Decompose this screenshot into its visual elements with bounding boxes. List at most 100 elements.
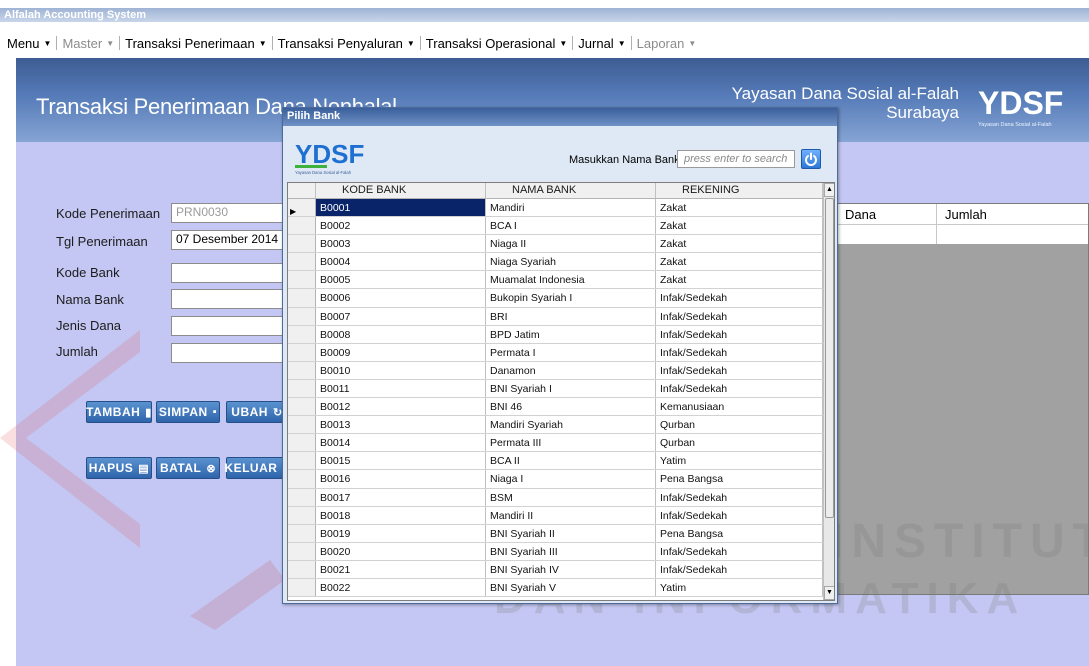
nama-bank-cell[interactable]: BCA II <box>486 452 656 470</box>
keluar-button[interactable]: KELUAR⌂ <box>224 457 289 479</box>
row-header[interactable]: ▶ <box>288 199 316 217</box>
bank-row[interactable]: B0007 BRI Infak/Sedekah <box>288 307 823 326</box>
kode-bank-cell[interactable]: B0021 <box>316 560 486 578</box>
rekening-cell[interactable]: Yatim <box>656 578 823 597</box>
bank-row[interactable]: B0022 BNI Syariah V Yatim <box>288 578 823 598</box>
bank-row[interactable]: B0019 BNI Syariah II Pena Bangsa <box>288 524 823 543</box>
menu-item-menu[interactable]: Menu ▼ <box>4 36 54 51</box>
kode-bank-cell[interactable]: B0015 <box>316 452 486 470</box>
nama-bank-cell[interactable]: Mandiri Syariah <box>486 416 656 434</box>
kode-bank-cell[interactable]: B0020 <box>316 542 486 560</box>
kode-bank-cell[interactable]: B0017 <box>316 488 486 506</box>
rekening-cell[interactable]: Infak/Sedekah <box>656 289 823 307</box>
rekening-cell[interactable]: Qurban <box>656 434 823 452</box>
kode-bank-cell[interactable]: B0013 <box>316 416 486 434</box>
row-header[interactable] <box>288 542 316 560</box>
nama-bank-cell[interactable]: BCA I <box>486 217 656 235</box>
nama-bank-cell[interactable]: BNI Syariah I <box>486 379 656 398</box>
rekening-cell[interactable]: Pena Bangsa <box>656 470 823 488</box>
nama-bank-cell[interactable]: Permata I <box>486 343 656 361</box>
row-header[interactable] <box>288 307 316 325</box>
bank-row[interactable]: B0012 BNI 46 Kemanusiaan <box>288 398 823 417</box>
kode-bank-cell[interactable]: B0019 <box>316 524 486 542</box>
menu-item-transaksi-penyaluran[interactable]: Transaksi Penyaluran ▼ <box>275 36 418 51</box>
search-input[interactable] <box>677 150 795 168</box>
nama-bank-cell[interactable]: BPD Jatim <box>486 325 656 343</box>
row-header[interactable] <box>288 235 316 253</box>
bank-row[interactable]: B0014 Permata III Qurban <box>288 434 823 453</box>
search-button[interactable] <box>801 149 821 169</box>
bank-row[interactable]: B0004 Niaga Syariah Zakat <box>288 253 823 272</box>
rekening-cell[interactable]: Qurban <box>656 416 823 434</box>
nama-bank-cell[interactable]: BNI Syariah II <box>486 524 656 542</box>
rekening-cell[interactable]: Zakat <box>656 235 823 253</box>
rekening-cell[interactable]: Infak/Sedekah <box>656 379 823 398</box>
bank-row[interactable]: B0003 Niaga II Zakat <box>288 235 823 254</box>
row-header[interactable] <box>288 271 316 289</box>
row-header[interactable] <box>288 398 316 416</box>
kode-bank-cell[interactable]: B0008 <box>316 325 486 343</box>
bank-row[interactable]: B0017 BSM Infak/Sedekah <box>288 488 823 507</box>
kode-bank-cell[interactable]: B0022 <box>316 578 486 597</box>
bank-row[interactable]: ▶ B0001 Mandiri Zakat <box>288 199 823 218</box>
bank-row[interactable]: B0018 Mandiri II Infak/Sedekah <box>288 506 823 525</box>
detail-grid[interactable]: Dana Jumlah <box>836 203 1089 595</box>
kode-bank-cell[interactable]: B0011 <box>316 379 486 398</box>
nama-bank-cell[interactable]: Permata III <box>486 434 656 452</box>
menu-item-master[interactable]: Master ▼ <box>59 36 117 51</box>
kode-bank-cell[interactable]: B0014 <box>316 434 486 452</box>
row-header[interactable] <box>288 379 316 398</box>
bank-row[interactable]: B0005 Muamalat Indonesia Zakat <box>288 271 823 290</box>
hapus-button[interactable]: HAPUS ▤ <box>86 457 152 479</box>
row-header[interactable] <box>288 470 316 488</box>
rekening-cell[interactable]: Infak/Sedekah <box>656 343 823 361</box>
row-header[interactable] <box>288 488 316 506</box>
tgl-penerimaan-field[interactable]: 07 Desember 2014 <box>171 230 289 250</box>
nama-bank-cell[interactable]: Bukopin Syariah I <box>486 289 656 307</box>
nama-bank-field[interactable] <box>171 289 289 309</box>
rekening-cell[interactable]: Infak/Sedekah <box>656 488 823 506</box>
detail-grid-row[interactable] <box>837 225 1088 244</box>
bank-row[interactable]: B0009 Permata I Infak/Sedekah <box>288 343 823 362</box>
nama-bank-cell[interactable]: Niaga Syariah <box>486 253 656 271</box>
row-header[interactable] <box>288 325 316 343</box>
nama-bank-cell[interactable]: BNI Syariah V <box>486 578 656 597</box>
row-header[interactable] <box>288 578 316 597</box>
kode-bank-cell[interactable]: B0012 <box>316 398 486 416</box>
bank-row[interactable]: B0015 BCA II Yatim <box>288 452 823 471</box>
kode-bank-field[interactable] <box>171 263 289 283</box>
kode-bank-cell[interactable]: B0009 <box>316 343 486 361</box>
nama-bank-cell[interactable]: Danamon <box>486 361 656 379</box>
rekening-cell[interactable]: Infak/Sedekah <box>656 542 823 560</box>
row-header[interactable] <box>288 217 316 235</box>
bank-row[interactable]: B0008 BPD Jatim Infak/Sedekah <box>288 325 823 344</box>
bank-row[interactable]: B0016 Niaga I Pena Bangsa <box>288 470 823 489</box>
kode-penerimaan-field[interactable]: PRN0030 <box>171 203 289 223</box>
column-header-kode-bank[interactable]: KODE BANK <box>316 183 486 198</box>
nama-bank-cell[interactable]: Niaga I <box>486 470 656 488</box>
bank-grid[interactable]: KODE BANK NAMA BANK REKENING ▶ B0001 Mandi… <box>287 182 835 601</box>
vertical-scrollbar[interactable]: ▲ ▼ <box>823 183 834 600</box>
nama-bank-cell[interactable]: Mandiri <box>486 199 656 217</box>
menu-item-jurnal[interactable]: Jurnal ▼ <box>575 36 628 51</box>
column-header-rekening[interactable]: REKENING <box>656 183 823 198</box>
row-header[interactable] <box>288 434 316 452</box>
jenis-dana-field[interactable] <box>171 316 289 336</box>
menu-item-laporan[interactable]: Laporan ▼ <box>634 36 700 51</box>
kode-bank-cell[interactable]: B0016 <box>316 470 486 488</box>
row-header[interactable] <box>288 452 316 470</box>
row-header[interactable] <box>288 506 316 524</box>
bank-row[interactable]: B0013 Mandiri Syariah Qurban <box>288 416 823 435</box>
rekening-cell[interactable]: Zakat <box>656 253 823 271</box>
nama-bank-cell[interactable]: BNI 46 <box>486 398 656 416</box>
bank-row[interactable]: B0006 Bukopin Syariah I Infak/Sedekah <box>288 289 823 308</box>
nama-bank-cell[interactable]: BNI Syariah III <box>486 542 656 560</box>
nama-bank-cell[interactable]: BNI Syariah IV <box>486 560 656 578</box>
rekening-cell[interactable]: Infak/Sedekah <box>656 560 823 578</box>
kode-bank-cell[interactable]: B0018 <box>316 506 486 524</box>
rekening-cell[interactable]: Zakat <box>656 199 823 217</box>
bank-row[interactable]: B0011 BNI Syariah I Infak/Sedekah <box>288 379 823 399</box>
nama-bank-cell[interactable]: BRI <box>486 307 656 325</box>
rekening-cell[interactable]: Infak/Sedekah <box>656 506 823 524</box>
bank-row[interactable]: B0010 Danamon Infak/Sedekah <box>288 361 823 380</box>
